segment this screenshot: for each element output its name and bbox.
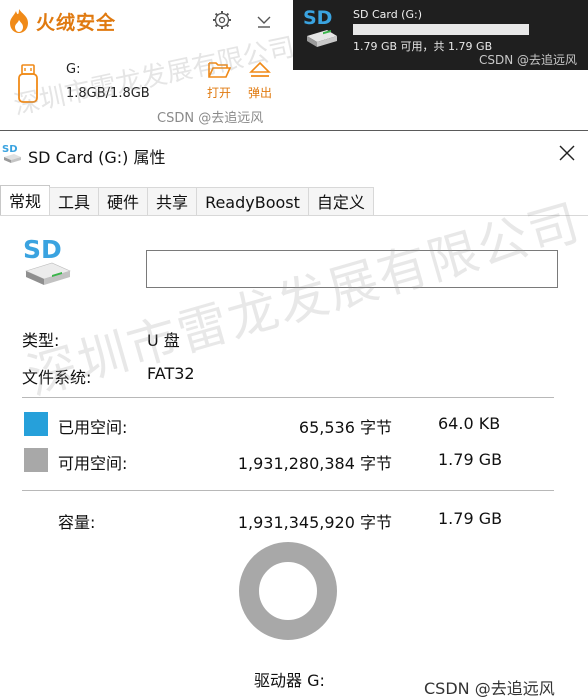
toast-usage-bar [353,24,529,35]
csdn-credit: CSDN @去追远风 [479,53,578,67]
tab-general[interactable]: 常规 [0,185,51,215]
usage-donut-chart [239,542,337,640]
folder-open-icon [208,62,231,78]
sd-card-icon: SD [2,144,21,163]
tabs-divider [0,215,588,216]
sd-card-icon: SD [23,235,71,285]
drive-letter: G: [66,62,81,77]
chevron-down-icon[interactable] [256,12,272,28]
svg-text:SD: SD [303,7,332,29]
svg-text:SD: SD [2,144,18,155]
free-space-size: 1.79 GB [438,450,503,469]
separator [22,397,554,398]
usb-drive-icon [18,64,38,103]
capacity-size: 1.79 GB [438,509,503,528]
tab-strip: 常规 工具 硬件 共享 ReadyBoost 自定义 [0,185,374,215]
toast-detail: 1.79 GB 可用，共 1.79 GB [353,40,493,53]
csdn-credit: CSDN @去追远风 [157,111,264,126]
tab-readyboost[interactable]: ReadyBoost [196,187,309,215]
free-space-label: 可用空间: [58,454,128,473]
eject-icon [249,61,271,77]
used-space-size: 64.0 KB [438,414,501,433]
tab-sharing[interactable]: 共享 [147,187,198,215]
open-button[interactable]: 打开 [201,60,237,101]
csdn-credit: CSDN @去追远风 [424,679,555,698]
filesystem-label: 文件系统: [22,368,92,387]
open-label: 打开 [206,86,231,100]
type-value: U 盘 [147,331,180,350]
tab-customize[interactable]: 自定义 [307,187,374,215]
drive-usage: 1.8GB/1.8GB [66,86,150,101]
drive-label: 驱动器 G: [254,671,325,690]
used-space-label: 已用空间: [58,418,128,437]
tab-hardware[interactable]: 硬件 [98,187,149,215]
sd-card-icon: SD [303,7,337,47]
window-title: SD Card (G:) 属性 [28,148,166,167]
eject-button[interactable]: 弹出 [242,60,278,101]
separator [22,490,554,491]
type-label: 类型: [22,331,60,350]
security-popup: 火绒安全 G: 1.8GB/1.8GB 打开 弹出 CSDN @去追远风 [0,0,293,130]
app-title: 火绒安全 [36,12,117,34]
divider [0,130,588,131]
used-space-bytes: 65,536 字节 [298,418,392,437]
gear-icon[interactable] [212,10,232,30]
used-space-swatch [24,412,48,436]
free-space-bytes: 1,931,280,384 字节 [237,454,392,473]
donut-free-ring [239,542,337,640]
capacity-bytes: 1,931,345,920 字节 [237,513,392,532]
filesystem-value: FAT32 [147,364,195,383]
drive-toast[interactable]: SD SD Card (G:) 1.79 GB 可用，共 1.79 GB CSD… [293,0,588,70]
svg-text:SD: SD [23,235,62,264]
huorong-logo-icon [10,9,28,33]
watermark: 深圳市雷龙发展有限公司 [21,192,587,407]
close-icon[interactable] [558,144,576,162]
eject-label: 弹出 [247,86,272,100]
volume-name-input[interactable] [146,250,558,288]
tab-tools[interactable]: 工具 [49,187,100,215]
toast-title: SD Card (G:) [353,8,422,21]
capacity-label: 容量: [58,513,96,532]
free-space-swatch [24,448,48,472]
